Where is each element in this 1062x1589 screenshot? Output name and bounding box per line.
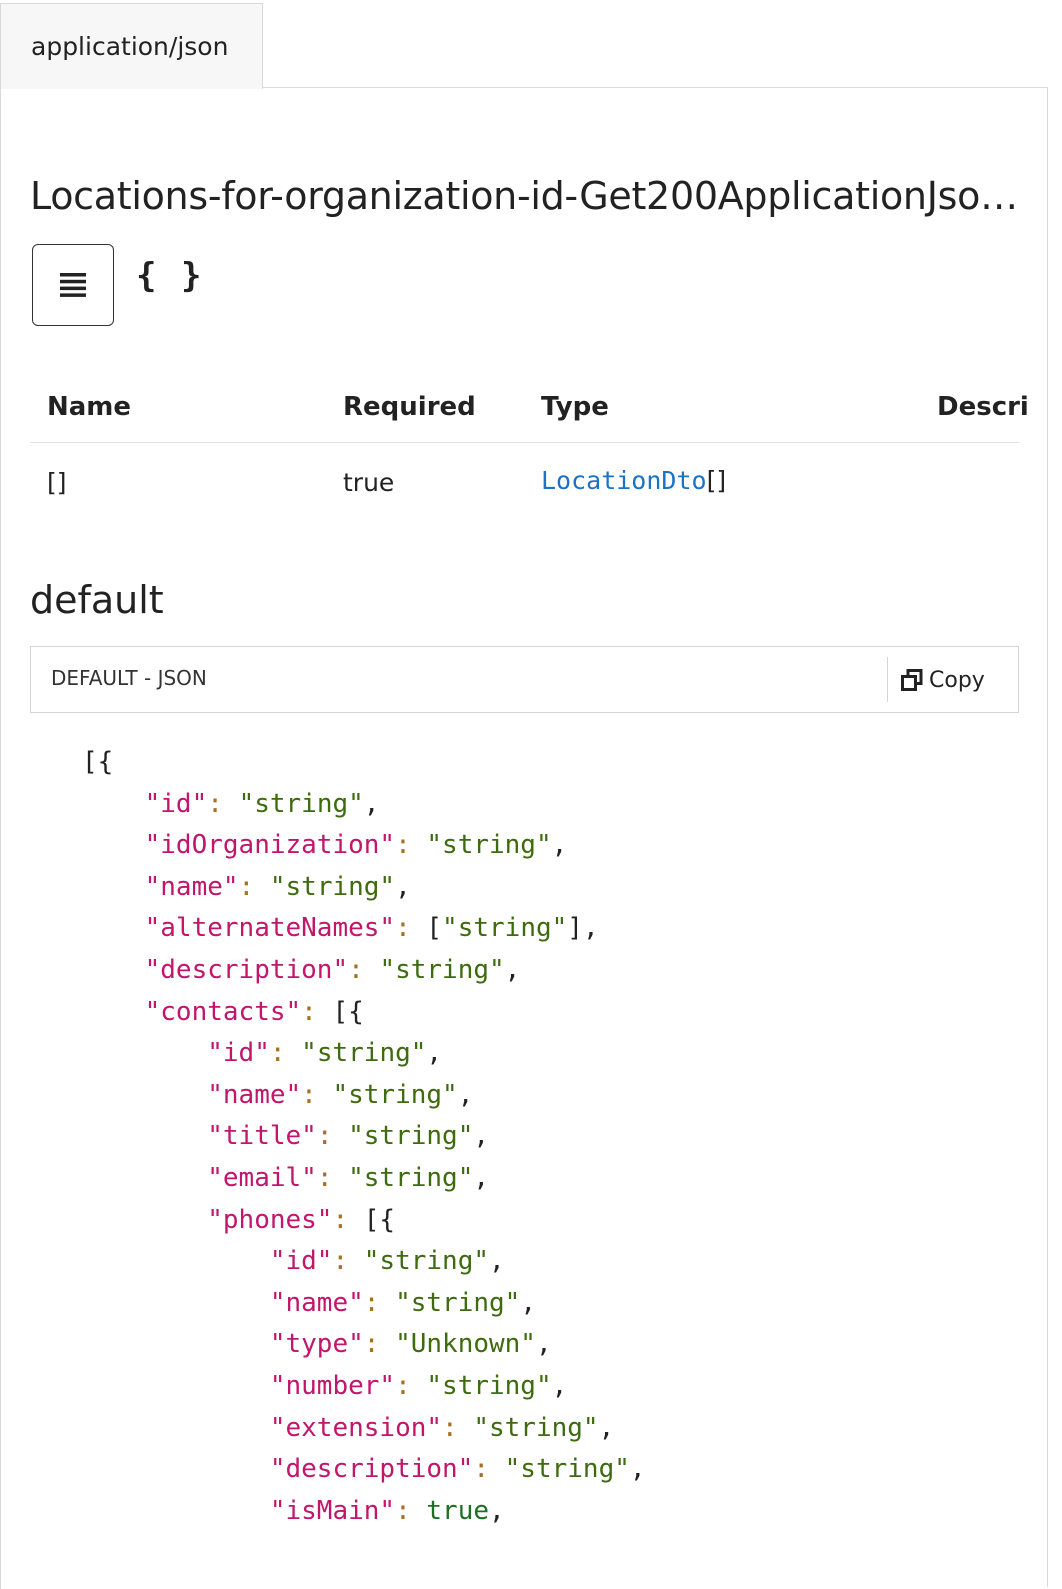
divider [887,657,888,702]
code-line: "alternateNames": ["string"], [144,913,599,944]
code-line: "name": "string", [269,1287,536,1318]
json-value: "string" [301,1038,427,1069]
column-header-required: Required [343,392,476,422]
list-icon [60,273,86,297]
tab-application-json[interactable]: application/json [0,3,263,89]
schema-title: Locations-for-organization-id-Get200Appl… [30,174,1018,218]
json-value: "string" [363,1246,490,1277]
json-key: "idOrganization" [144,830,396,861]
cell-type: LocationDto[] [541,466,726,495]
json-value: "string" [426,830,552,861]
code-line: "id": "string", [144,788,380,819]
json-key: "phones" [207,1204,333,1235]
json-key: "id" [144,788,208,819]
json-value: "string" [348,1162,474,1193]
json-value: ["string"] [426,913,583,944]
json-key: "id" [269,1246,333,1277]
json-key: "name" [144,871,239,902]
cell-name: [] [47,468,67,497]
code-line: "name": "string", [144,871,411,902]
example-title: default [30,578,164,622]
json-value: "string" [238,788,364,819]
json-key: "number" [269,1370,396,1401]
json-value: "string" [348,1121,474,1152]
code-line: "name": "string", [207,1079,474,1110]
json-key: "alternateNames" [144,913,396,944]
json-key: "description" [144,954,349,985]
table-view-button[interactable] [32,244,114,326]
table-header-divider [30,442,1019,443]
json-key: "title" [207,1121,317,1152]
json-value: [{ [363,1204,396,1235]
column-header-type: Type [541,392,609,422]
code-line: "idOrganization": "string", [144,830,568,861]
json-key: "type" [269,1329,364,1360]
panel-border-left [0,89,1,1589]
code-line: "isMain": true, [269,1495,505,1526]
json-key: "extension" [269,1412,443,1443]
panel-border-right [1047,87,1048,1587]
json-key: "isMain" [269,1495,396,1526]
code-opening: [{ [82,747,114,777]
json-example-code: [{ "id": "string", "idOrganization": "st… [82,742,646,1532]
json-value: "string" [504,1454,630,1485]
json-value: "string" [332,1079,458,1110]
json-value: "string" [473,1412,599,1443]
json-value: "string" [395,1287,521,1318]
column-header-name: Name [47,392,132,422]
json-value: [{ [332,996,364,1027]
code-line: "email": "string", [207,1162,490,1193]
code-language-label: DEFAULT - JSON [51,666,207,690]
code-line: "extension": "string", [269,1412,615,1443]
panel-border-top [263,87,1048,88]
type-suffix: [] [706,466,727,495]
json-key: "email" [207,1162,317,1193]
json-key: "name" [269,1287,364,1318]
copy-button[interactable]: Copy [901,663,985,697]
code-line: "description": "string", [269,1454,646,1485]
copy-label: Copy [929,667,985,693]
json-value: "string" [426,1370,552,1401]
json-key: "name" [207,1079,302,1110]
json-key: "description" [269,1454,474,1485]
code-line: "description": "string", [144,954,521,985]
code-line: "title": "string", [207,1121,490,1152]
code-line: "id": "string", [269,1246,505,1277]
json-key: "contacts" [144,996,302,1027]
code-line: "type": "Unknown", [269,1329,552,1360]
code-line: "id": "string", [207,1038,443,1069]
json-value: "string" [269,871,396,902]
json-key: "id" [207,1038,270,1069]
type-link-locationdto[interactable]: LocationDto [541,466,707,495]
code-line: "number": "string", [269,1370,568,1401]
json-value: "Unknown" [395,1329,536,1360]
column-header-description: Descri [937,392,1029,422]
code-line: "contacts": [{ [144,996,364,1027]
tab-label: application/json [31,32,229,61]
copy-icon [901,669,923,691]
json-view-button[interactable]: { } [136,256,203,296]
json-value: true [426,1495,490,1526]
code-line: "phones": [{ [207,1204,396,1235]
json-value: "string" [379,954,505,985]
code-header: DEFAULT - JSON Copy [30,646,1019,713]
cell-required: true [343,468,395,497]
